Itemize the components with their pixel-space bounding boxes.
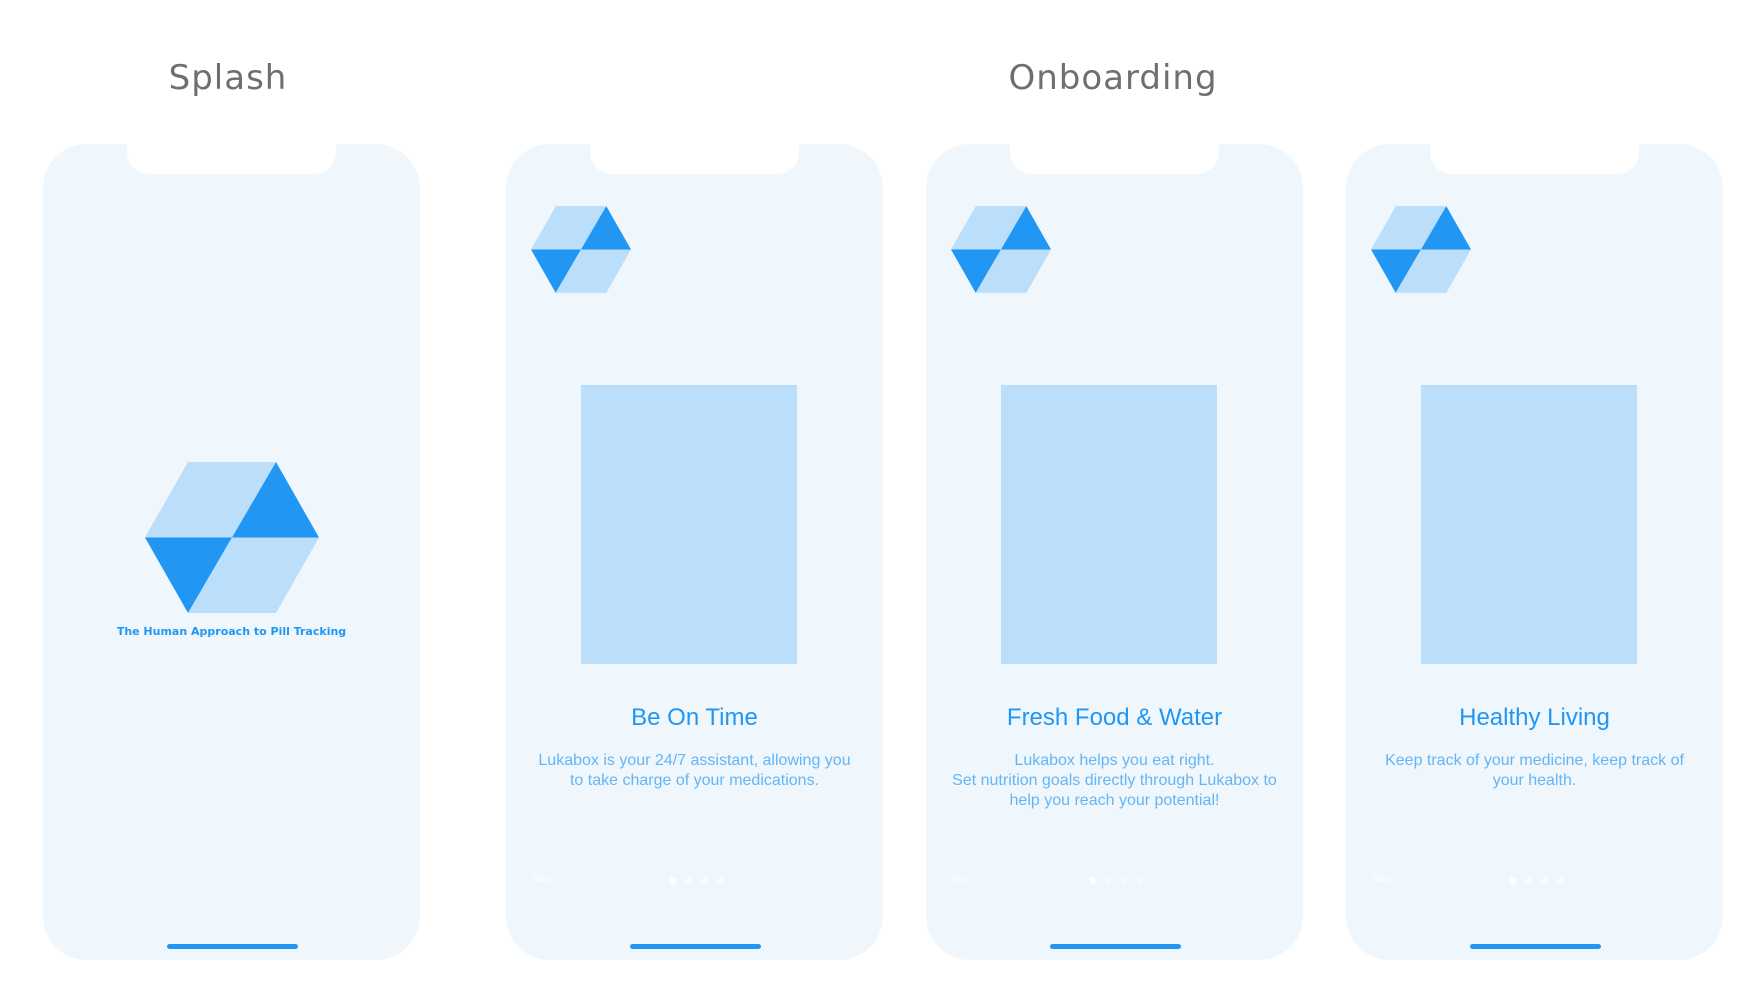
skip-link[interactable]: Skip — [951, 874, 970, 885]
page-dot[interactable] — [1137, 877, 1144, 884]
home-indicator[interactable] — [167, 944, 298, 949]
phone-notch — [590, 144, 799, 174]
splash-tagline: The Human Approach to Pill Tracking — [116, 625, 347, 638]
slide-title: Be On Time — [631, 704, 758, 731]
slide-description-line: Keep track of your medicine, keep track … — [1385, 752, 1684, 769]
phone-notch — [127, 144, 336, 174]
page-dot[interactable] — [1525, 877, 1532, 884]
slide-title: Fresh Food & Water — [1006, 704, 1223, 731]
slide-description-line: your health. — [1492, 772, 1577, 789]
splash-screen: The Human Approach to Pill Tracking — [43, 144, 420, 960]
hexagon-logo-icon — [531, 206, 631, 293]
page-indicator — [1089, 877, 1144, 884]
illustration-placeholder — [1421, 385, 1637, 664]
onboarding-screen-2: Fresh Food & Water Lukabox helps you eat… — [926, 144, 1303, 960]
slide-title: Healthy Living — [1459, 704, 1610, 731]
hexagon-logo-icon — [145, 462, 319, 613]
slide-description-line: Lukabox helps you eat right. — [1014, 752, 1215, 769]
phone-notch — [1430, 144, 1639, 174]
hexagon-logo-icon — [1371, 206, 1471, 293]
page-dot[interactable] — [685, 877, 692, 884]
slide-description: Lukabox is your 24/7 assistant, allowing… — [526, 751, 863, 791]
page-dot-active[interactable] — [1509, 877, 1516, 884]
slide-description-line: Lukabox is your 24/7 assistant, allowing… — [538, 752, 851, 769]
page-dot-active[interactable] — [1089, 877, 1096, 884]
slide-description-line: Set nutrition goals directly through Luk… — [952, 772, 1277, 789]
page-dot[interactable] — [701, 877, 708, 884]
home-indicator[interactable] — [1050, 944, 1181, 949]
page-dot[interactable] — [717, 877, 724, 884]
splash-section-title: Splash — [168, 58, 288, 98]
onboarding-screen-3: Healthy Living Keep track of your medici… — [1346, 144, 1723, 960]
skip-link[interactable]: Skip — [531, 874, 550, 885]
page-dot[interactable] — [1105, 877, 1112, 884]
slide-description-line: to take charge of your medications. — [569, 772, 820, 789]
illustration-placeholder — [581, 385, 797, 664]
slide-description-line: help you reach your potential! — [1009, 792, 1220, 809]
page-indicator — [669, 877, 724, 884]
phone-notch — [1010, 144, 1219, 174]
home-indicator[interactable] — [630, 944, 761, 949]
skip-link[interactable]: Skip — [1371, 874, 1390, 885]
slide-description: Lukabox helps you eat right. Set nutriti… — [946, 751, 1283, 811]
page-dot-active[interactable] — [669, 877, 676, 884]
illustration-placeholder — [1001, 385, 1217, 664]
onboarding-screen-1: Be On Time Lukabox is your 24/7 assistan… — [506, 144, 883, 960]
onboarding-section-title: Onboarding — [1008, 58, 1218, 98]
page-dot[interactable] — [1541, 877, 1548, 884]
page-dot[interactable] — [1121, 877, 1128, 884]
page-dot[interactable] — [1557, 877, 1564, 884]
hexagon-logo-icon — [951, 206, 1051, 293]
home-indicator[interactable] — [1470, 944, 1601, 949]
slide-description: Keep track of your medicine, keep track … — [1366, 751, 1703, 791]
page-indicator — [1509, 877, 1564, 884]
